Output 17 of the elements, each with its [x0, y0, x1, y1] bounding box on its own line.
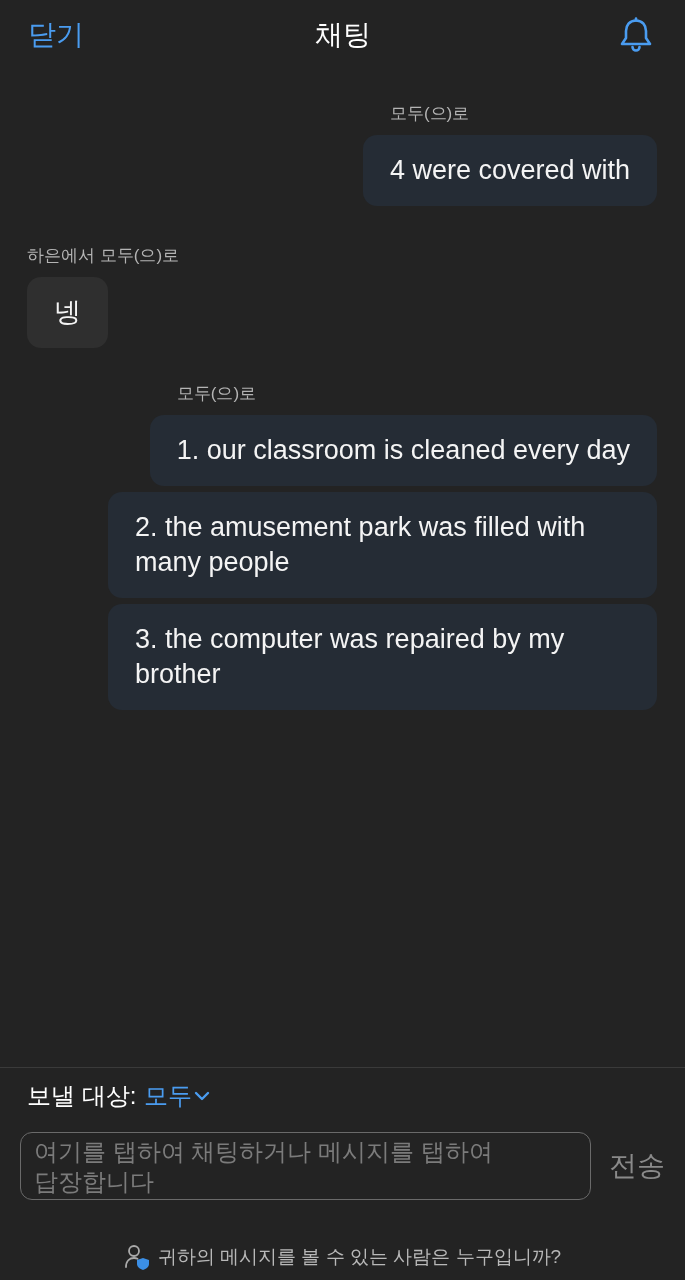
recipient-label: 모두(으)로: [388, 103, 470, 125]
send-to-label: 보낼 대상:: [27, 1081, 137, 1111]
person-shield-icon: [123, 1244, 150, 1270]
privacy-info-link[interactable]: 귀하의 메시지를 볼 수 있는 사람은 누구입니까?: [157, 1244, 562, 1270]
message-bubble[interactable]: 4 were covered with: [362, 135, 657, 206]
recipient-label: 하은에서 모두(으)로: [27, 245, 180, 267]
message-bubble[interactable]: 넹: [27, 277, 108, 348]
message-bubble[interactable]: 1. our classroom is cleaned every day: [149, 415, 657, 486]
message-bubble[interactable]: 2. the amusement park was filled with many people: [108, 492, 657, 598]
bell-icon[interactable]: [619, 17, 653, 53]
message-input-field[interactable]: 여기를 탭하여 채팅하거나 메시지를 탭하여 답장합니다: [20, 1132, 591, 1200]
close-button[interactable]: 닫기: [28, 16, 84, 54]
message-bubble[interactable]: 3. the computer was repaired by my brother: [108, 604, 657, 710]
chevron-down-icon: [194, 1091, 211, 1101]
screen-title: 채팅: [314, 19, 371, 50]
recipient-label: 모두(으)로: [175, 383, 257, 405]
recipient-dropdown[interactable]: 모두: [144, 1080, 211, 1112]
